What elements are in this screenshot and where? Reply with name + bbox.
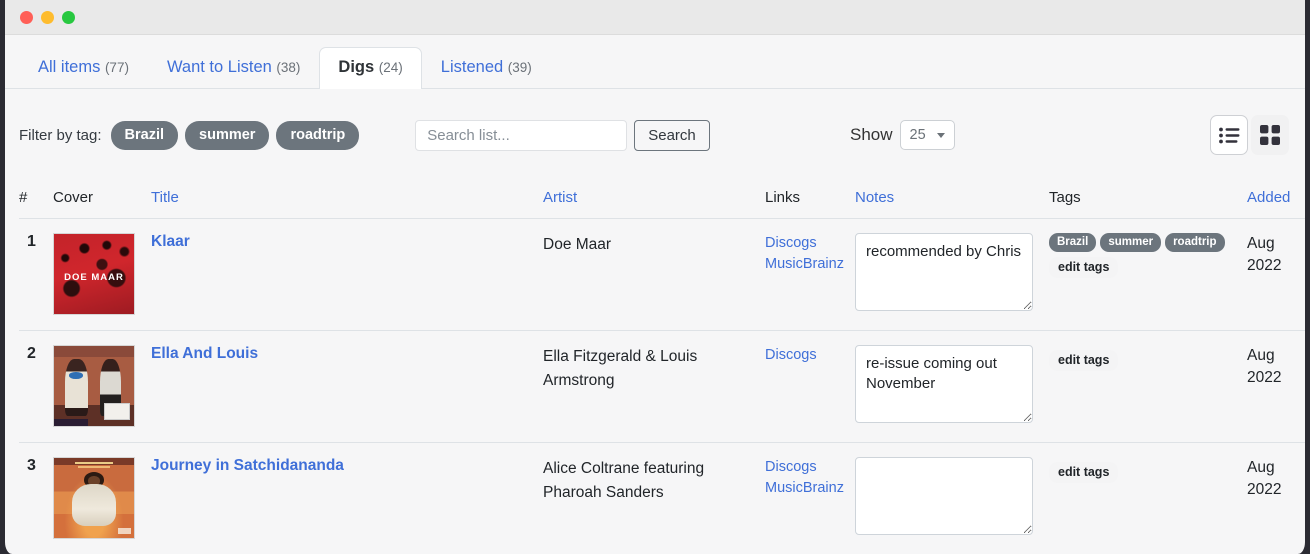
- column-header-tags: Tags: [1049, 181, 1247, 219]
- view-mode-toggle: [1210, 115, 1289, 155]
- search-button[interactable]: Search: [634, 119, 710, 151]
- external-link-musicbrainz[interactable]: MusicBrainz: [765, 478, 855, 499]
- item-title-link[interactable]: Klaar: [151, 233, 190, 250]
- table-header: # Cover Title Artist Links Notes Tags Added: [19, 181, 1305, 219]
- tab-label: All items: [38, 58, 101, 77]
- album-cover-art[interactable]: DOE MAAR: [53, 233, 135, 315]
- row-artist: Doe Maar: [543, 218, 765, 331]
- row-cover-cell: DOE MAAR: [53, 218, 151, 331]
- chevron-down-icon: [936, 132, 945, 138]
- external-link-musicbrainz[interactable]: MusicBrainz: [765, 254, 855, 275]
- tab-label: Want to Listen: [166, 58, 272, 77]
- tab-bar: All items (77) Want to Listen (38) Digs (2…: [5, 35, 1305, 89]
- row-added-date: Aug 2022: [1247, 442, 1305, 554]
- tab-listened[interactable]: Listened (39): [422, 47, 551, 89]
- row-title-cell: Klaar: [151, 218, 543, 331]
- row-number: 2: [19, 330, 53, 443]
- close-button[interactable]: [20, 10, 33, 24]
- column-header-num: #: [19, 181, 53, 219]
- row-artist: Alice Coltrane featuring Pharoah Sanders: [543, 442, 765, 554]
- row-title-cell: Ella And Louis: [151, 330, 543, 443]
- column-header-added[interactable]: Added: [1247, 181, 1305, 219]
- external-link-discogs[interactable]: Discogs: [765, 233, 855, 254]
- row-notes-cell: [855, 442, 1049, 554]
- grid-view-icon: [1260, 125, 1280, 145]
- row-title-cell: Journey in Satchidananda: [151, 442, 543, 554]
- row-notes-cell: [855, 218, 1049, 331]
- show-label: Show: [850, 125, 893, 144]
- column-header-links: Links: [765, 181, 855, 219]
- table-row: 2 Ella And Louis Ella Fitzgerald & Louis A…: [19, 330, 1305, 443]
- notes-textarea[interactable]: [855, 457, 1033, 535]
- row-added-date: Aug 2022: [1247, 330, 1305, 443]
- item-title-link[interactable]: Ella And Louis: [151, 345, 258, 362]
- filter-tag-brazil[interactable]: Brazil: [110, 120, 179, 150]
- filter-tag-summer[interactable]: summer: [185, 120, 270, 150]
- column-header-artist[interactable]: Artist: [543, 181, 765, 219]
- row-number: 1: [19, 218, 53, 331]
- row-tags-cell: Brazil summer roadtrip edit tags: [1049, 218, 1247, 331]
- row-tag-brazil[interactable]: Brazil: [1049, 233, 1097, 252]
- maximize-button[interactable]: [62, 10, 75, 24]
- row-links-cell: Discogs MusicBrainz: [765, 218, 855, 331]
- tab-count: (39): [507, 60, 532, 76]
- row-tag-roadtrip[interactable]: roadtrip: [1165, 233, 1225, 252]
- tab-digs[interactable]: Digs (24): [319, 47, 422, 89]
- album-cover-art[interactable]: [53, 345, 135, 427]
- table-row: 1 DOE MAAR Klaar Doe Maar Discogs MusicBrainz…: [19, 218, 1305, 331]
- album-cover-art[interactable]: [53, 457, 135, 539]
- row-notes-cell: [855, 330, 1049, 443]
- row-tags-cell: edit tags: [1049, 442, 1247, 554]
- show-count-select[interactable]: 25: [899, 120, 955, 150]
- minimize-button[interactable]: [41, 10, 54, 24]
- row-cover-cell: [53, 330, 151, 443]
- window-titlebar: [5, 0, 1305, 35]
- tab-label: Listened: [440, 58, 504, 77]
- items-table-container: # Cover Title Artist Links Notes Tags Added 1 DO…: [5, 181, 1305, 554]
- app-window: All items (77) Want to Listen (38) Digs (2…: [0, 0, 1310, 554]
- search-form: Search: [415, 119, 710, 151]
- table-row: 3 Journey in Satchidananda Alice Coltrane …: [19, 442, 1305, 554]
- list-view-button[interactable]: [1210, 115, 1248, 155]
- edit-tags-button[interactable]: edit tags: [1049, 462, 1119, 483]
- notes-textarea[interactable]: [855, 345, 1033, 423]
- notes-textarea[interactable]: [855, 233, 1033, 311]
- row-tag-list: Brazil summer roadtrip: [1049, 233, 1247, 252]
- filter-tag-roadtrip[interactable]: roadtrip: [276, 120, 360, 150]
- search-input[interactable]: [415, 119, 628, 151]
- row-tags-cell: edit tags: [1049, 330, 1247, 443]
- show-count-value: 25: [909, 127, 926, 143]
- row-artist: Ella Fitzgerald & Louis Armstrong: [543, 330, 765, 443]
- row-links-cell: Discogs: [765, 330, 855, 443]
- edit-tags-button[interactable]: edit tags: [1049, 350, 1119, 371]
- column-header-cover: Cover: [53, 181, 151, 219]
- tab-all-items[interactable]: All items (77): [19, 47, 148, 89]
- edit-tags-button[interactable]: edit tags: [1049, 257, 1119, 278]
- column-header-title[interactable]: Title: [151, 181, 543, 219]
- row-added-date: Aug 2022: [1247, 218, 1305, 331]
- item-title-link[interactable]: Journey in Satchidananda: [151, 457, 344, 474]
- tab-label: Digs: [338, 58, 375, 77]
- row-tag-summer[interactable]: summer: [1100, 233, 1162, 252]
- filter-by-tag-label: Filter by tag:: [19, 126, 102, 144]
- tab-count: (77): [104, 60, 129, 76]
- tab-count: (24): [378, 60, 403, 76]
- grid-view-button[interactable]: [1251, 115, 1289, 155]
- list-view-icon: [1218, 127, 1239, 143]
- tab-count: (38): [276, 60, 301, 76]
- column-header-notes[interactable]: Notes: [855, 181, 1049, 219]
- show-count-control: Show 25: [850, 120, 955, 150]
- row-links-cell: Discogs MusicBrainz: [765, 442, 855, 554]
- row-cover-cell: [53, 442, 151, 554]
- items-table: # Cover Title Artist Links Notes Tags Added 1 DO…: [19, 181, 1305, 554]
- external-link-discogs[interactable]: Discogs: [765, 457, 855, 478]
- table-body: 1 DOE MAAR Klaar Doe Maar Discogs MusicBrainz…: [19, 218, 1305, 554]
- row-number: 3: [19, 442, 53, 554]
- tab-want-to-listen[interactable]: Want to Listen (38): [148, 47, 319, 89]
- filter-tag-list: Brazil summer roadtrip: [110, 120, 367, 150]
- external-link-discogs[interactable]: Discogs: [765, 345, 855, 366]
- album-cover-caption: DOE MAAR: [64, 271, 124, 283]
- filter-toolbar: Filter by tag: Brazil summer roadtrip Sear…: [5, 89, 1305, 181]
